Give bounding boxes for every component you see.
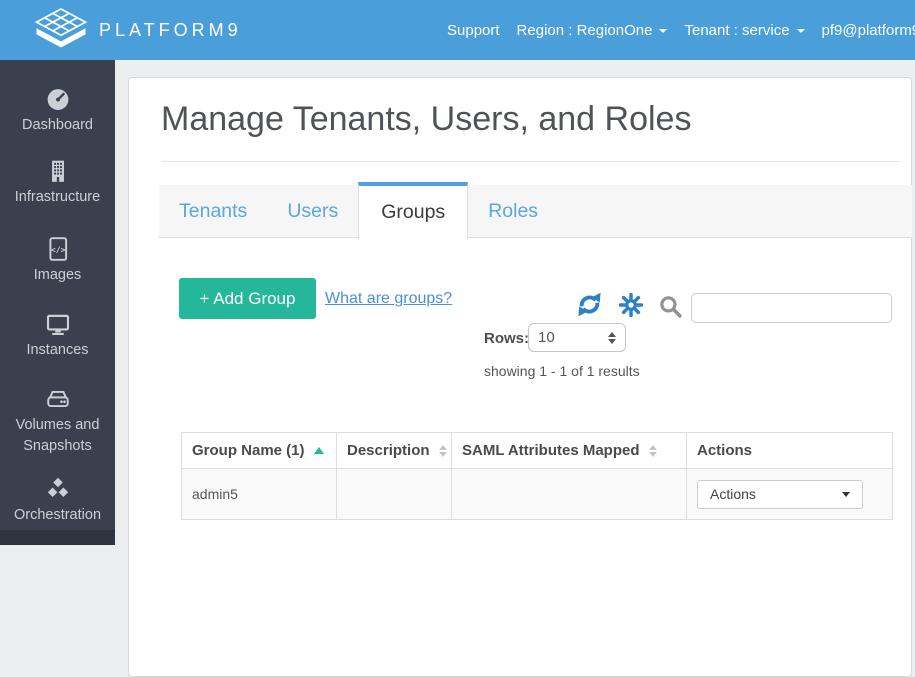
monitor-icon [45, 311, 71, 337]
sidebar-bottom-strip [0, 530, 115, 545]
chevron-down-icon [797, 29, 805, 33]
sort-icon [649, 445, 657, 457]
cell-description [337, 469, 452, 520]
sort-ascending-icon [314, 447, 324, 454]
title-divider [161, 161, 901, 162]
user-account-menu[interactable]: pf9@platform9.net [822, 22, 915, 39]
search-input[interactable] [691, 293, 892, 323]
column-header-saml-attributes[interactable]: SAML Attributes Mapped [452, 433, 687, 469]
rows-select-value: 10 [538, 329, 555, 346]
table-row: admin5 Actions [182, 469, 893, 520]
brand-name: PLATFORM9 [99, 20, 242, 41]
top-bar: PLATFORM9 Support Region : RegionOne Ten… [0, 0, 915, 60]
column-header-group-name[interactable]: Group Name (1) [182, 433, 337, 469]
sort-icon [439, 445, 447, 457]
cubes-icon [45, 476, 71, 502]
file-code-icon: </> [45, 236, 71, 262]
groups-table: Group Name (1) Description SAML Attribut… [181, 432, 893, 520]
rows-label: Rows: [484, 330, 529, 347]
support-link[interactable]: Support [447, 22, 500, 39]
sidebar-item-dashboard[interactable]: Dashboard [0, 86, 115, 136]
chevron-down-icon [659, 29, 667, 33]
platform9-logo[interactable]: PLATFORM9 [33, 7, 242, 53]
cell-actions: Actions [687, 469, 893, 520]
cell-group-name: admin5 [182, 469, 337, 520]
rows-per-page-select[interactable]: 10 [528, 323, 626, 352]
sidebar: Dashboard Infrastructure </> Images I [0, 60, 115, 545]
results-count-text: showing 1 - 1 of 1 results [484, 363, 640, 379]
search-icon [658, 294, 683, 319]
select-arrows-icon [608, 332, 616, 344]
building-icon [45, 158, 71, 184]
sidebar-item-label: Volumes and Snapshots [16, 417, 100, 454]
sidebar-item-images[interactable]: </> Images [0, 236, 115, 286]
refresh-icon[interactable] [576, 291, 603, 318]
add-group-button[interactable]: + Add Group [179, 278, 316, 319]
page-title: Manage Tenants, Users, and Roles [161, 100, 691, 139]
what-are-groups-link[interactable]: What are groups? [325, 290, 452, 308]
sidebar-item-label: Images [34, 267, 82, 283]
sidebar-item-label: Infrastructure [15, 189, 100, 205]
column-header-description[interactable]: Description [337, 433, 452, 469]
tab-roles[interactable]: Roles [468, 185, 558, 237]
tab-groups[interactable]: Groups [358, 182, 468, 239]
svg-text:</>: </> [50, 244, 65, 254]
platform9-logo-icon [33, 7, 89, 53]
sidebar-item-label: Dashboard [22, 117, 93, 133]
sidebar-item-volumes-snapshots[interactable]: Volumes and Snapshots [0, 386, 115, 457]
main-panel: Manage Tenants, Users, and Roles Tenants… [128, 77, 912, 677]
tab-users[interactable]: Users [267, 185, 358, 237]
chevron-down-icon [842, 492, 850, 497]
sidebar-item-orchestration[interactable]: Orchestration [0, 476, 115, 526]
cell-saml-attributes [452, 469, 687, 520]
tab-tenants[interactable]: Tenants [159, 185, 267, 237]
hard-drive-icon [45, 386, 71, 412]
region-dropdown[interactable]: Region : RegionOne [517, 22, 668, 39]
column-header-actions: Actions [687, 433, 893, 469]
sidebar-item-instances[interactable]: Instances [0, 311, 115, 361]
top-navigation: Support Region : RegionOne Tenant : serv… [447, 0, 915, 60]
sidebar-item-infrastructure[interactable]: Infrastructure [0, 158, 115, 208]
gauge-icon [45, 86, 71, 112]
sidebar-item-label: Orchestration [14, 507, 101, 523]
tenant-dropdown[interactable]: Tenant : service [684, 22, 804, 39]
sidebar-item-label: Instances [26, 342, 88, 358]
gear-icon[interactable] [618, 292, 644, 318]
row-actions-dropdown[interactable]: Actions [697, 480, 863, 509]
tab-bar: Tenants Users Groups Roles [159, 185, 912, 238]
table-header-row: Group Name (1) Description SAML Attribut… [182, 433, 893, 469]
